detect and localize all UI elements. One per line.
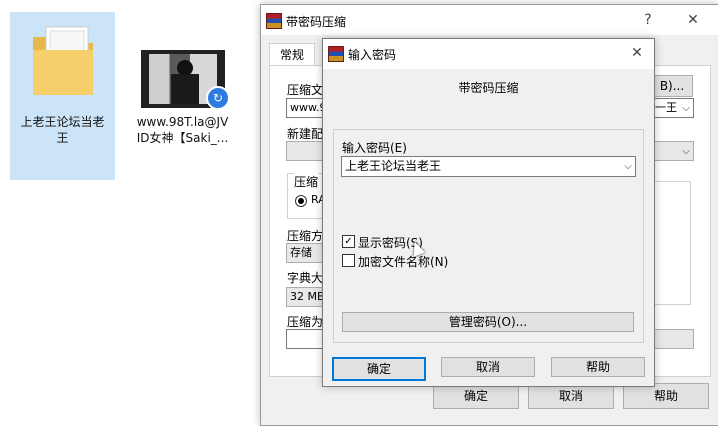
folder-icon [32,26,93,95]
video-file-label: www.98T.la@JVID女神【Saki_... [136,115,229,145]
format-rar-radio[interactable] [295,195,307,207]
tab-general[interactable]: 常规 [269,43,315,66]
chevron-down-icon: ⌵ [682,103,690,114]
password-dialog: 输入密码 ✕ 带密码压缩 输入密码(E) 上老王论坛当老王 ⌵ ✓ 显示密码(S… [322,38,655,387]
password-label: 输入密码(E) [342,141,407,155]
help-icon[interactable]: ? [638,10,658,30]
archive-dialog-title: 带密码压缩 [286,15,347,29]
desktop-video-file[interactable]: ↻ www.98T.la@JVID女神【Saki_... [130,40,235,150]
archive-name-label: 压缩文 [287,83,324,97]
method-label: 压缩方 [287,229,324,243]
profile-select[interactable]: 一王 ⌵ [651,98,694,118]
shortcut-badge-icon: ↻ [206,86,230,110]
close-icon[interactable]: ✕ [627,43,647,63]
chevron-down-icon[interactable]: ⌵ [624,158,632,176]
set-password-button-fragment[interactable] [653,329,694,349]
dictionary-label: 字典大 [287,271,324,285]
manage-passwords-button[interactable]: 管理密码(O)... [342,312,634,332]
chevron-down-icon: ⌵ [682,146,690,157]
cancel-button[interactable]: 取消 [441,357,535,377]
format-label: 压缩 [294,173,319,190]
ok-button[interactable]: 确定 [332,357,426,381]
new-profile-label: 新建配 [287,127,324,141]
browse-button[interactable]: B)... [651,75,693,97]
archive-dialog-titlebar[interactable]: 带密码压缩 ? ✕ [261,5,718,35]
password-value: 上老王论坛当老王 [345,159,442,173]
winrar-icon [266,13,282,29]
split-label: 压缩为 [287,315,324,329]
help-button[interactable]: 帮助 [551,357,645,377]
password-dialog-title: 输入密码 [348,48,397,62]
password-dialog-titlebar[interactable]: 输入密码 ✕ [323,39,654,69]
show-password-checkbox[interactable]: ✓ [342,235,355,248]
close-icon[interactable]: ✕ [683,10,703,30]
password-dialog-heading: 带密码压缩 [458,81,519,95]
options-group [653,181,691,305]
winrar-icon [328,46,344,62]
password-input[interactable]: 上老王论坛当老王 ⌵ [341,156,636,177]
desktop-folder[interactable]: 上老王论坛当老王 [10,12,115,180]
encrypt-filenames-checkbox[interactable] [342,254,355,267]
update-mode-select[interactable]: ⌵ [651,141,694,161]
profile-select-value: 一王 [655,101,677,114]
folder-label: 上老王论坛当老王 [20,115,105,145]
encrypt-filenames-label[interactable]: 加密文件名称(N) [358,253,448,270]
